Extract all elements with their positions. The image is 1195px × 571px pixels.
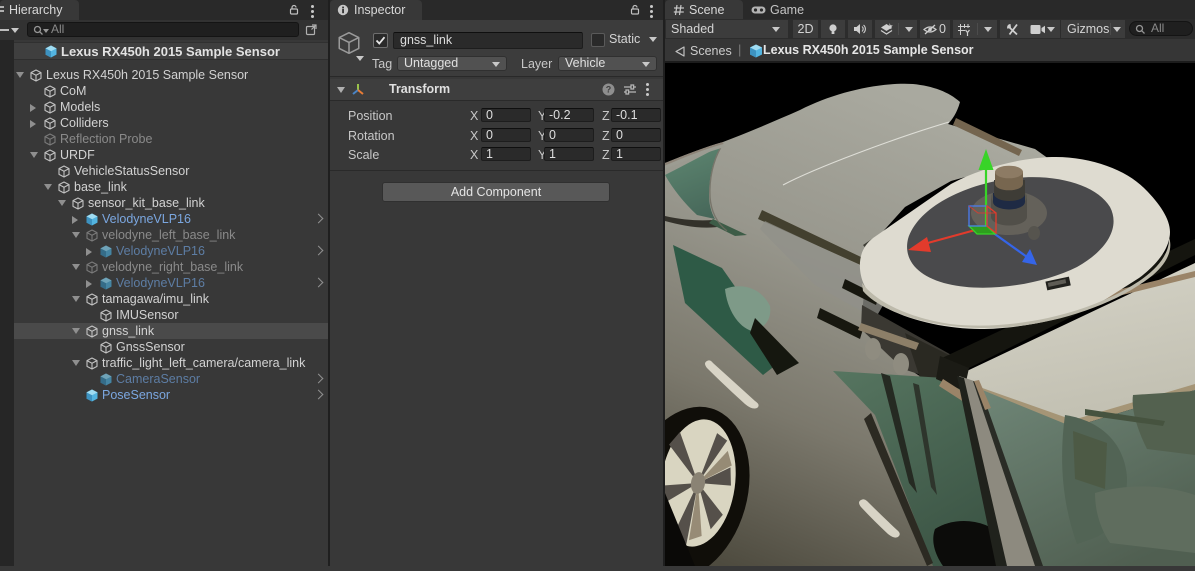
svg-text:?: ?: [606, 85, 612, 95]
